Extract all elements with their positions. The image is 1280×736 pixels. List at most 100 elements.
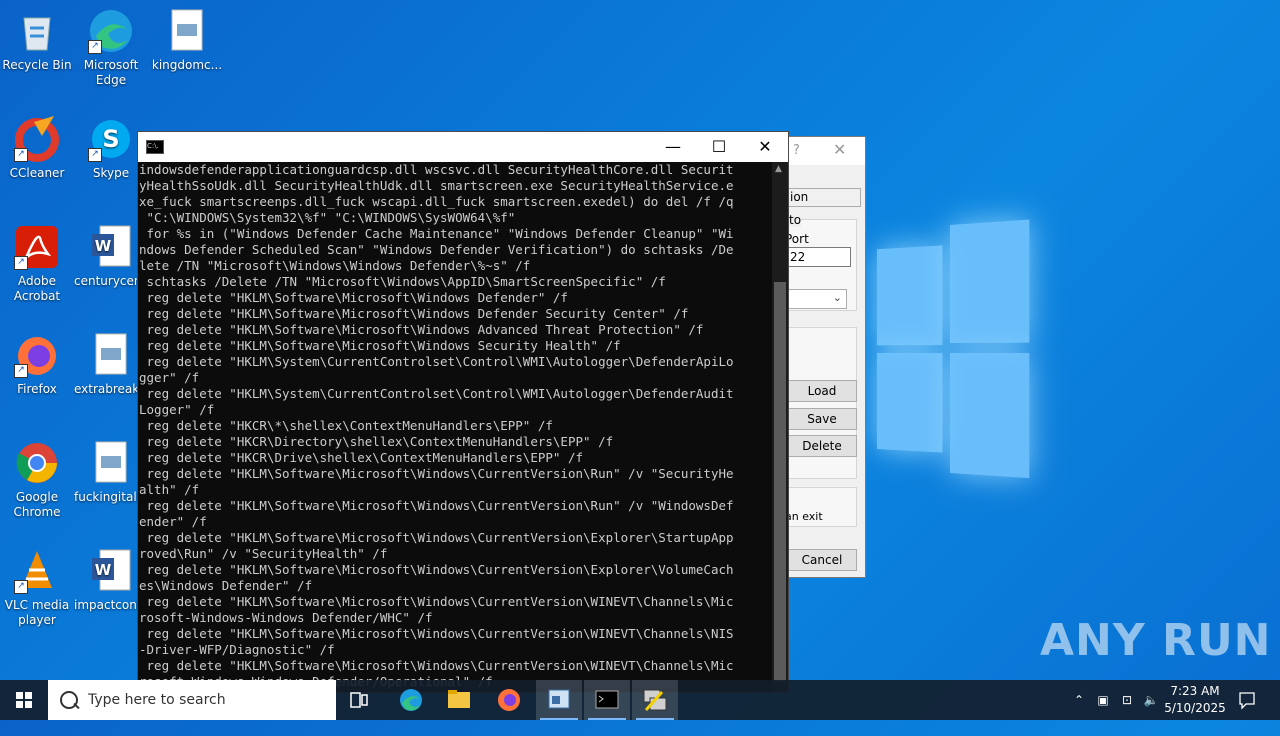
save-button[interactable]: Save (787, 408, 857, 430)
show-hidden-icons-button[interactable]: ⌃ (1068, 680, 1090, 720)
desktop-icon-recycle-bin[interactable]: Recycle Bin (0, 8, 74, 73)
terminal-line: ndows Defender Scheduled Scan" "Windows … (139, 242, 734, 257)
cancel-button[interactable]: Cancel (787, 549, 857, 571)
desktop-icon-edge[interactable]: ↗ Microsoft Edge (74, 8, 148, 88)
volume-icon[interactable]: 🔈 (1140, 680, 1162, 720)
taskbar-app-generic[interactable] (536, 680, 582, 720)
terminal-line: lete /TN "Microsoft\Windows\Windows Defe… (139, 258, 531, 273)
terminal-line: es\Windows Defender" /f (139, 578, 313, 593)
image-file-icon (88, 440, 134, 486)
task-view-button[interactable] (336, 680, 382, 720)
word-doc-icon: W (88, 548, 134, 594)
scroll-up-icon[interactable]: ▲ (775, 164, 782, 174)
windows-start-icon (16, 692, 32, 708)
desktop-icon-firefox[interactable]: ↗ Firefox (0, 332, 74, 397)
shortcut-arrow-icon: ↗ (14, 364, 28, 378)
taskbar-search-box[interactable]: Type here to search (48, 680, 336, 720)
dialog-close-button[interactable]: ✕ (833, 140, 846, 159)
maximize-button[interactable]: ☐ (696, 132, 742, 162)
terminal-line: reg delete "HKCR\Drive\shellex\ContextMe… (139, 450, 584, 465)
terminal-line: alth" /f (139, 482, 200, 497)
desktop-icon-label: Recycle Bin (2, 58, 72, 72)
desktop-icon-label: VLC media player (4, 598, 70, 627)
word-doc-icon: W (88, 224, 134, 270)
firefox-icon (498, 689, 520, 711)
tray-icon-device[interactable]: ▣ (1092, 680, 1114, 720)
terminal-line: reg delete "HKLM\Software\Microsoft\Wind… (139, 290, 568, 305)
terminal-line: reg delete "HKLM\Software\Microsoft\Wind… (139, 658, 734, 673)
chevron-down-icon: ⌄ (832, 291, 842, 304)
desktop-icon-ccleaner[interactable]: ↗ CCleaner (0, 116, 74, 181)
taskbar-file-explorer[interactable] (436, 680, 482, 720)
taskbar: Type here to search ⌃ ▣ ⊡ 🔈 7:23 AM 5/10… (0, 680, 1280, 720)
terminal-line: reg delete "HKLM\Software\Microsoft\Wind… (139, 626, 734, 641)
folder-icon (448, 690, 470, 708)
delete-button[interactable]: Delete (787, 435, 857, 457)
terminal-output[interactable]: indowsdefenderapplicationguardcsp.dll ws… (138, 162, 773, 692)
notification-icon (1239, 692, 1255, 710)
windows-logo-wallpaper (876, 219, 1030, 486)
shortcut-arrow-icon: ↗ (14, 148, 28, 162)
svg-text:W: W (95, 237, 112, 255)
taskbar-firefox[interactable] (486, 680, 532, 720)
ccleaner-icon: ↗ (14, 116, 60, 162)
terminal-line: reg delete "HKLM\System\CurrentControlse… (139, 386, 734, 401)
taskbar-edge[interactable] (388, 680, 434, 720)
load-button[interactable]: Load (787, 380, 857, 402)
putty-icon (643, 689, 667, 711)
desktop-icon-label: kingdomc... (151, 58, 223, 72)
terminal-line: reg delete "HKLM\System\CurrentControlse… (139, 354, 734, 369)
terminal-line: reg delete "HKLM\Software\Microsoft\Wind… (139, 466, 734, 481)
terminal-line: "C:\WINDOWS\System32\%f" "C:\WINDOWS\Sys… (139, 210, 516, 225)
app-window-icon (548, 689, 570, 709)
clock-date: 5/10/2025 (1164, 701, 1226, 715)
search-placeholder: Type here to search (88, 692, 226, 708)
vertical-scrollbar[interactable]: ▲ (772, 162, 788, 692)
desktop-icon-label: Firefox (17, 382, 57, 396)
image-file-icon (88, 332, 134, 378)
shortcut-arrow-icon: ↗ (88, 148, 102, 162)
desktop-icon-label: Google Chrome (13, 490, 61, 519)
close-button[interactable]: ✕ (742, 132, 788, 162)
terminal-titlebar[interactable]: C:\. — ☐ ✕ (138, 132, 788, 162)
terminal-line: schtasks /Delete /TN "Microsoft\Windows\… (139, 274, 666, 289)
terminal-line: ender" /f (139, 514, 207, 529)
acrobat-icon: ↗ (14, 224, 60, 270)
taskbar-clock[interactable]: 7:23 AM 5/10/2025 (1160, 683, 1230, 717)
recycle-bin-icon (14, 8, 60, 54)
edge-icon: ↗ (88, 8, 134, 54)
terminal-line: reg delete "HKLM\Software\Microsoft\Wind… (139, 530, 734, 545)
notification-center-button[interactable] (1236, 680, 1258, 720)
taskbar-cmd[interactable] (584, 680, 630, 720)
command-prompt-window[interactable]: C:\. — ☐ ✕ indowsdefenderapplicationguar… (137, 131, 789, 693)
terminal-line: Logger" /f (139, 402, 215, 417)
terminal-line: gger" /f (139, 370, 200, 385)
protocol-select[interactable]: ⌄ (785, 289, 847, 309)
task-view-icon (350, 692, 368, 708)
desktop-icon-vlc[interactable]: ↗ VLC media player (0, 548, 74, 628)
scrollbar-thumb[interactable] (774, 282, 786, 682)
terminal-line: for %s in ("Windows Defender Cache Maint… (139, 226, 734, 241)
port-input[interactable]: 22 (785, 247, 851, 267)
taskbar-putty[interactable] (632, 680, 678, 720)
desktop-icon-acrobat[interactable]: ↗ Adobe Acrobat (0, 224, 74, 304)
network-icon[interactable]: ⊡ (1116, 680, 1138, 720)
terminal-line: reg delete "HKLM\Software\Microsoft\Wind… (139, 562, 734, 577)
help-button[interactable]: ? (793, 143, 800, 158)
terminal-line: -Driver-WFP/Diagnostic" /f (139, 642, 335, 657)
clock-time: 7:23 AM (1170, 684, 1220, 698)
dialog-tab-button[interactable]: ion (785, 188, 861, 207)
firefox-icon: ↗ (14, 332, 60, 378)
desktop-icon-label: Microsoft Edge (83, 58, 139, 87)
minimize-button[interactable]: — (650, 132, 696, 162)
shortcut-arrow-icon: ↗ (88, 40, 102, 54)
terminal-line: reg delete "HKLM\Software\Microsoft\Wind… (139, 498, 734, 513)
terminal-line: reg delete "HKLM\Software\Microsoft\Wind… (139, 338, 621, 353)
anyrun-watermark: ANY RUN (1040, 615, 1272, 666)
skype-icon: S ↗ (88, 116, 134, 162)
start-button[interactable] (0, 680, 48, 720)
desktop-icon-chrome[interactable]: Google Chrome (0, 440, 74, 520)
desktop-icon-kingdomc[interactable]: kingdomc... (150, 8, 224, 73)
svg-text:W: W (95, 561, 112, 579)
exit-option-label: an exit (785, 510, 823, 523)
